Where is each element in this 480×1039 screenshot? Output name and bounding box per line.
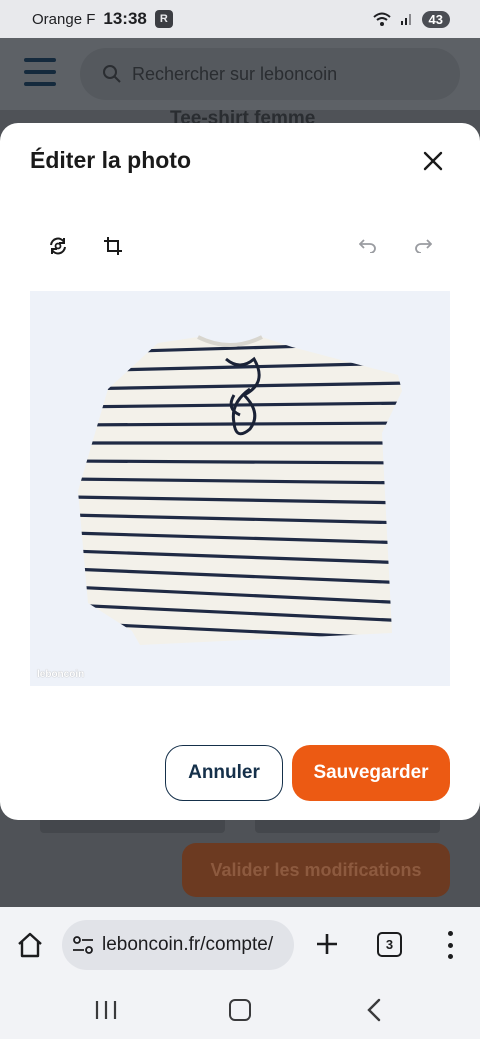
- system-home-button[interactable]: [229, 999, 251, 1021]
- background-search-bar: Rechercher sur leboncoin: [80, 48, 460, 100]
- search-placeholder: Rechercher sur leboncoin: [132, 63, 338, 84]
- crop-icon: [104, 237, 122, 255]
- crop-button[interactable]: [98, 231, 128, 261]
- validate-changes-button: Valider les modifications: [182, 843, 450, 897]
- close-button[interactable]: [418, 146, 448, 176]
- rotate-button[interactable]: [43, 231, 73, 261]
- new-tab-button[interactable]: [314, 931, 342, 959]
- recent-apps-button[interactable]: [94, 999, 118, 1021]
- background-header: Rechercher sur leboncoin: [0, 38, 480, 110]
- redo-icon: [415, 239, 432, 253]
- site-settings-icon: [73, 936, 93, 954]
- close-icon: [423, 151, 443, 171]
- photo-preview: leboncoin: [30, 291, 450, 686]
- photo-watermark: leboncoin: [37, 669, 85, 680]
- battery-level: 43: [421, 10, 450, 28]
- clock: 13:38: [103, 9, 147, 28]
- url-text: leboncoin.fr/compte/: [102, 934, 274, 955]
- rotate-icon: [50, 237, 66, 255]
- recents-icon: [95, 1001, 117, 1019]
- undo-button[interactable]: [353, 231, 383, 261]
- search-icon: [103, 65, 121, 83]
- browser-home-button[interactable]: [16, 931, 46, 961]
- redo-button[interactable]: [408, 231, 438, 261]
- tab-switcher-button[interactable]: 3: [377, 932, 402, 957]
- notification-app-icon: R: [154, 10, 173, 28]
- more-dot-icon: [447, 954, 453, 959]
- url-bar[interactable]: leboncoin.fr/compte/: [62, 920, 294, 970]
- undo-icon: [359, 239, 376, 253]
- menu-icon: [24, 58, 56, 86]
- wifi-icon: [372, 12, 391, 26]
- plus-icon: [317, 934, 337, 954]
- modal-title: Éditer la photo: [30, 147, 191, 173]
- more-dot-icon: [447, 931, 453, 936]
- signal-icon: [400, 14, 411, 25]
- edit-photo-modal: Éditer la photo leboncoin Annuler Sauveg…: [0, 123, 480, 820]
- home-icon: [18, 932, 42, 958]
- striped-shirt-image: [78, 335, 402, 645]
- carrier-name: Orange F: [32, 10, 96, 28]
- back-button[interactable]: [364, 997, 386, 1023]
- back-icon: [367, 998, 381, 1022]
- browser-toolbar: leboncoin.fr/compte/ 3: [0, 907, 480, 983]
- cancel-button[interactable]: Annuler: [165, 745, 283, 801]
- status-bar: Orange F 13:38 R 43: [0, 0, 480, 38]
- save-button[interactable]: Sauvegarder: [292, 745, 450, 801]
- system-navigation-bar: [0, 983, 480, 1039]
- more-dot-icon: [447, 942, 453, 948]
- more-options-button[interactable]: [440, 931, 460, 959]
